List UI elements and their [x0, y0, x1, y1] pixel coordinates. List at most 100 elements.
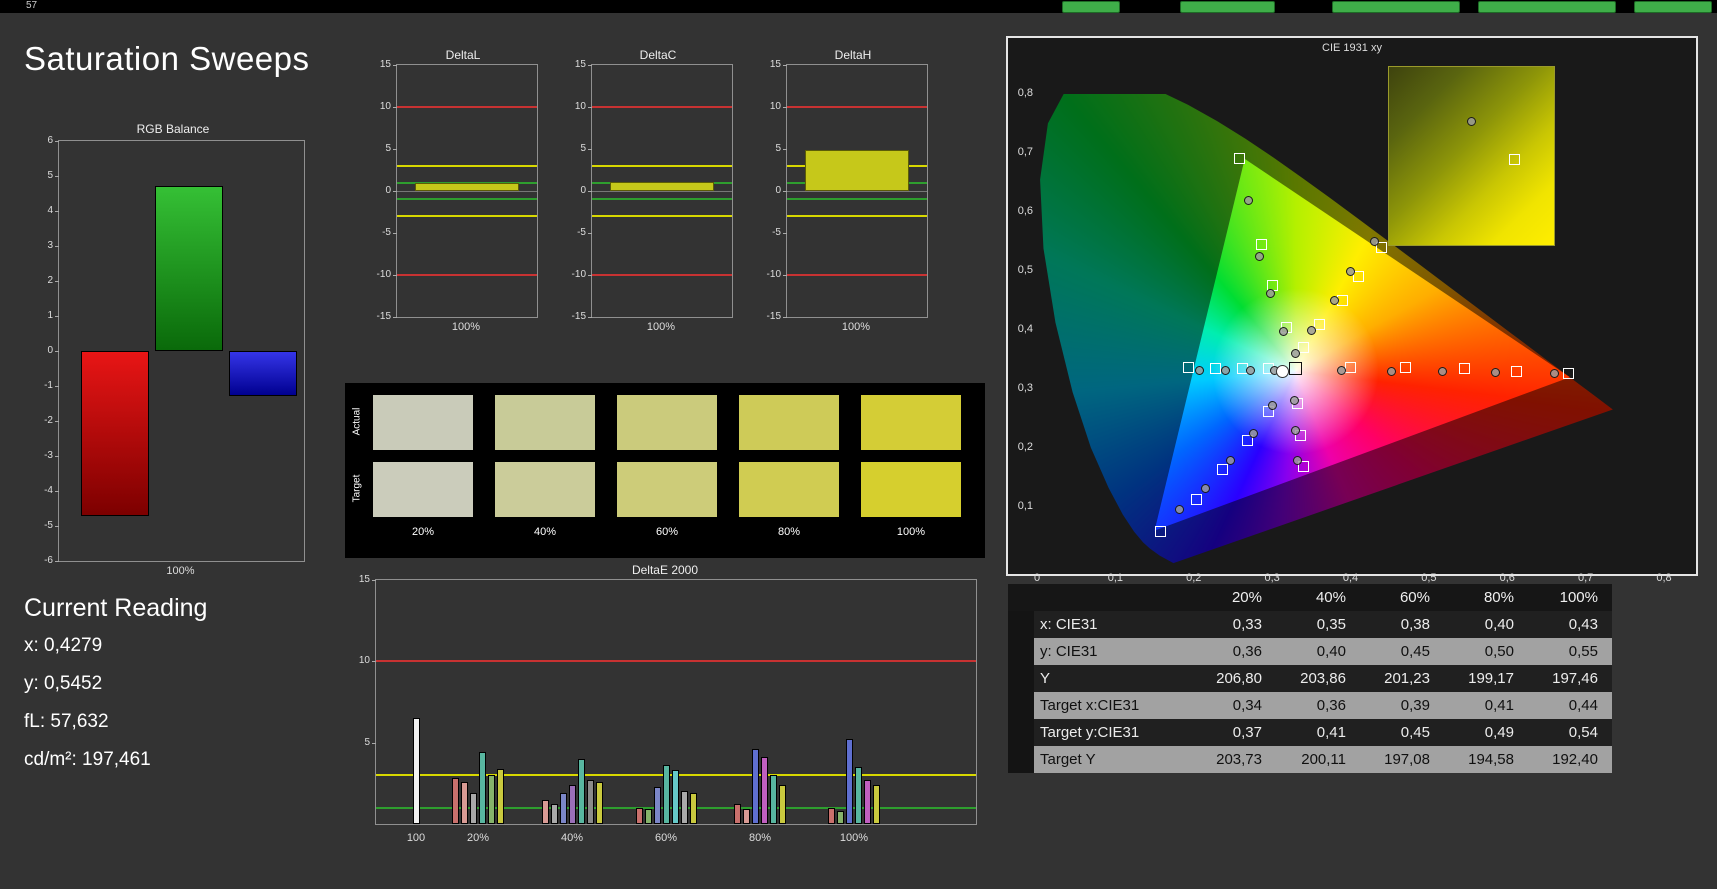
toolbar-button-stub-0[interactable] — [1062, 1, 1120, 13]
cie-measured-circle — [1306, 325, 1316, 335]
rgb-y-tickmark — [55, 141, 59, 142]
table-cell: 0,34 — [1232, 697, 1262, 714]
delta-y-tick: 10 — [769, 101, 781, 112]
cie-measured-circle — [1194, 365, 1204, 375]
rgb-balance-title: RGB Balance — [136, 122, 210, 136]
cie-measured-circle — [1220, 366, 1230, 376]
table-row-gutter — [1008, 692, 1034, 719]
cie-measured-circle — [1346, 266, 1355, 276]
cie-x-tick: 0,8 — [1656, 572, 1672, 584]
swatch-col-label: 60% — [655, 526, 679, 538]
de-x-label: 60% — [654, 832, 678, 844]
de-bar-40%-5 — [586, 780, 594, 824]
cie-y-tick: 0,3 — [1017, 382, 1033, 394]
de-bar-80%-5 — [779, 784, 786, 824]
rgb-balance-xlabel: 100% — [166, 565, 195, 577]
delta-y-tickmark — [393, 233, 397, 234]
table-row: y: CIE31 0,36 0,40 0,45 0,50 0,55 — [1008, 638, 1612, 665]
delta-y-tick: 15 — [769, 59, 781, 70]
table-cell: 192,40 — [1552, 751, 1598, 768]
table-row-label: Target x:CIE31 — [1040, 697, 1140, 714]
rgb-y-tick: 4 — [47, 205, 53, 216]
swatch-row-label-target: Target — [351, 474, 363, 503]
table-row: Y 206,80 203,86 201,23 199,17 197,46 — [1008, 665, 1612, 692]
de-bar-40%-6 — [595, 781, 603, 824]
delta-y-tick: -10 — [571, 269, 586, 280]
de-bar-40%-3 — [568, 784, 576, 824]
delta-y-tick: -15 — [376, 311, 391, 322]
de-bar-20%-5 — [497, 768, 504, 824]
delta-y-tick: 10 — [574, 101, 586, 112]
rgb-y-tickmark — [55, 491, 59, 492]
deltae2000-plot: 15 10 5 100 20% 40% 60% 80% 100% — [359, 574, 977, 844]
toolbar-button-stub-4[interactable] — [1634, 1, 1712, 13]
rgb-y-tick: -6 — [44, 555, 53, 566]
rgb-y-tick: -1 — [44, 380, 53, 391]
table-cell: 0,40 — [1316, 643, 1346, 660]
deltal-chart: DeltaL 15 10 5 0 -5 -10 -15 100% — [368, 48, 558, 338]
table-header-cell: 100% — [1528, 584, 1612, 611]
de-bar-80%-1 — [743, 809, 750, 824]
deltae2000-chart: DeltaE 2000 15 10 5 100 20% 40% 60% 80% 100% — [345, 563, 985, 863]
rgb-y-tick: -4 — [44, 485, 53, 496]
delta-y-tickmark — [588, 65, 592, 66]
cie-target-square — [1182, 362, 1194, 374]
de-bar-20%-2 — [470, 793, 477, 824]
table-cell: 0,39 — [1400, 697, 1430, 714]
deltal-title: DeltaL — [445, 48, 481, 62]
current-reading-panel: Current Reading x: 0,4279 y: 0,5452 fL: … — [24, 594, 324, 787]
delta-y-tickmark — [588, 317, 592, 318]
page-title: Saturation Sweeps — [24, 40, 310, 77]
deltah-chart: DeltaH 15 10 5 0 -5 -10 -15 100% — [758, 48, 948, 338]
delta-zero-line — [397, 191, 537, 192]
table-cell: 0,41 — [1316, 724, 1346, 741]
toolbar-button-stub-2[interactable] — [1332, 1, 1460, 13]
rgb-balance-plot: 6 5 4 3 2 1 0 -1 -2 -3 -4 -5 -6 — [44, 135, 305, 566]
toolbar-button-stub-3[interactable] — [1478, 1, 1616, 13]
table-cell: 0,54 — [1568, 724, 1598, 741]
table-header-cell: 20% — [1192, 584, 1276, 611]
current-reading-y: y: 0,5452 — [24, 673, 103, 694]
de-bar-100%-2 — [846, 739, 853, 824]
de-bar-40%-2 — [559, 793, 567, 824]
rgb-y-tick: 2 — [47, 275, 53, 286]
rgb-y-tick: -2 — [44, 415, 53, 426]
delta-ref-line — [592, 215, 732, 218]
de-bar-60%-5 — [680, 791, 688, 824]
table-row-gutter — [1008, 611, 1034, 638]
cie-target-square — [1345, 362, 1356, 374]
table-header-cell: 60% — [1360, 584, 1444, 611]
cie-measured-circle — [1245, 366, 1255, 376]
delta-y-tick: -15 — [571, 311, 586, 322]
cie-x-tick: 0,3 — [1264, 572, 1280, 584]
toolbar-left-text: 57 — [26, 0, 38, 11]
measurement-table: 20% 40% 60% 80% 100% x: CIE31 0,33 0,35 0,38 0,40… — [1008, 584, 1612, 773]
table-row-label: x: CIE31 — [1040, 616, 1098, 633]
swatch-row-label-actual: Actual — [351, 407, 363, 436]
de-bar-100%-5 — [873, 784, 880, 824]
delta-ref-line — [592, 274, 732, 276]
swatch-actual-40% — [495, 395, 595, 450]
table-cell: 0,35 — [1316, 616, 1346, 633]
delta-ref-line — [397, 274, 537, 276]
table-cell: 0,49 — [1484, 724, 1514, 741]
cie-y-tick: 0,5 — [1017, 264, 1033, 276]
delta-ref-line — [592, 106, 732, 108]
de-bar-20%-0 — [452, 778, 459, 824]
deltac-bar — [610, 182, 714, 191]
table-row-label: Target Y — [1040, 751, 1096, 768]
de-bar-80%-0 — [734, 804, 741, 824]
toolbar-button-stub-1[interactable] — [1180, 1, 1275, 13]
cie-measured-circle — [1266, 288, 1276, 298]
rgb-balance-chart: RGB Balance 6 5 4 3 2 1 0 -1 -2 -3 -4 -5 -6 100% — [28, 122, 318, 592]
swatch-target-80% — [739, 462, 839, 517]
rgb-y-tickmark — [55, 211, 59, 212]
current-reading-cdm2: cd/m²: 197,461 — [24, 749, 151, 770]
cie-target-square — [1233, 153, 1245, 165]
delta-y-tick: 15 — [379, 59, 391, 70]
cie-x-tick: 0,2 — [1186, 572, 1202, 584]
top-toolbar-strip: 57 — [0, 0, 1717, 13]
table-cell: 0,41 — [1484, 697, 1514, 714]
table-row-label: Y — [1040, 670, 1051, 687]
table-cell: 197,46 — [1552, 670, 1598, 687]
